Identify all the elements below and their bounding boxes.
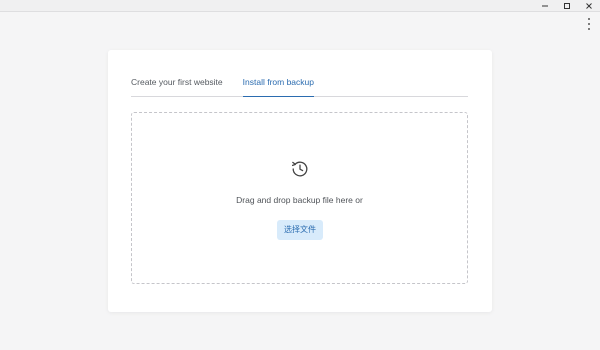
dropzone-instructions: Drag and drop backup file here or [236,195,363,205]
tab-create-website[interactable]: Create your first website [131,74,223,96]
more-options-icon[interactable] [586,18,592,30]
history-clock-icon [291,161,308,177]
minimize-icon [542,5,548,6]
tab-install-from-backup[interactable]: Install from backup [242,74,315,97]
backup-dropzone[interactable]: Drag and drop backup file here or 选择文件 [131,112,468,284]
minimize-button[interactable] [534,0,556,11]
close-button[interactable] [578,0,600,11]
maximize-button[interactable] [556,0,578,11]
window-titlebar [0,0,600,12]
maximize-icon [564,2,570,9]
kebab-dot [588,23,590,25]
kebab-dot [588,28,590,30]
install-card: Create your first website Install from b… [108,50,492,312]
kebab-dot [588,18,590,20]
tab-bar: Create your first website Install from b… [131,74,468,97]
close-icon [586,2,592,9]
window-controls [534,0,600,11]
choose-file-button[interactable]: 选择文件 [277,220,323,240]
